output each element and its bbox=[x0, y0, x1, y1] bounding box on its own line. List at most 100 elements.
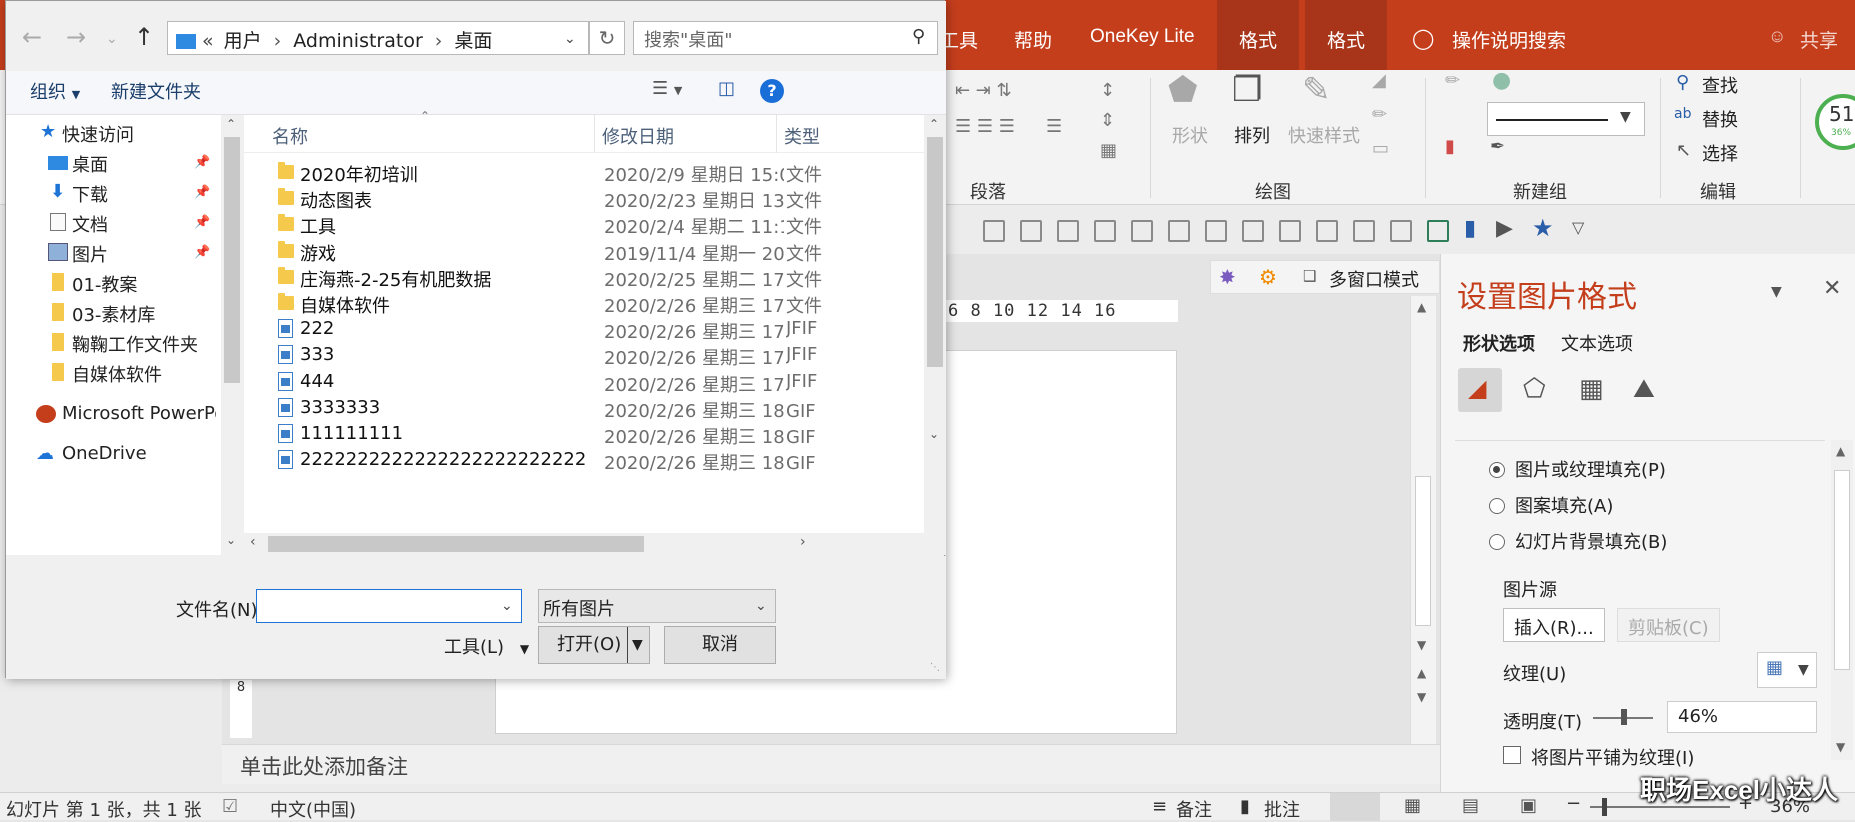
multiwindow-mode-button[interactable]: 多窗口模式 bbox=[1329, 266, 1419, 292]
eraser-icon[interactable]: ▮ bbox=[1445, 136, 1455, 157]
shape-effects-icon[interactable]: ▭ bbox=[1372, 138, 1389, 159]
scroll-thumb[interactable] bbox=[1415, 476, 1431, 626]
nav-folder-media[interactable]: 自媒体软件 bbox=[6, 359, 216, 389]
column-divider[interactable] bbox=[776, 115, 777, 153]
spelling-icon[interactable]: ☑ bbox=[222, 796, 238, 817]
play-icon[interactable]: ▶ bbox=[1496, 216, 1513, 241]
refresh-button[interactable]: ↻ bbox=[589, 21, 625, 55]
nav-pictures[interactable]: 图片 📌 bbox=[6, 239, 216, 269]
magic-icon[interactable]: ✸ bbox=[1219, 265, 1236, 289]
column-divider[interactable] bbox=[594, 115, 595, 153]
column-date[interactable]: 修改日期 bbox=[602, 123, 674, 149]
clipboard-button[interactable]: 剪贴板(C) bbox=[1617, 608, 1720, 642]
nav-folder-03[interactable]: 03-素材库 bbox=[6, 299, 216, 329]
scroll-down-icon[interactable]: ⌄ bbox=[226, 533, 236, 547]
arrange-icon[interactable]: ❐ bbox=[1232, 70, 1262, 110]
open-button[interactable]: 打开(O) ▼ bbox=[538, 626, 650, 664]
find-button[interactable]: 查找 bbox=[1702, 72, 1738, 98]
ungroup-icon[interactable] bbox=[1057, 220, 1079, 242]
recent-chevron-icon[interactable]: ⌄ bbox=[106, 31, 118, 47]
search-input[interactable]: 搜索"桌面" ⚲ bbox=[633, 21, 938, 55]
notes-toggle[interactable]: 备注 bbox=[1176, 796, 1212, 822]
align-top-icon[interactable] bbox=[1205, 220, 1227, 242]
scroll-thumb[interactable] bbox=[268, 536, 644, 552]
view-menu-icon[interactable]: ☰ ▼ bbox=[652, 78, 682, 99]
smartart-icon[interactable]: ▦ bbox=[1100, 140, 1117, 161]
scroll-left-icon[interactable]: ‹ bbox=[250, 534, 256, 550]
resize-grip-icon[interactable]: ⋱ bbox=[930, 662, 940, 673]
arrange-button[interactable]: 排列 bbox=[1234, 122, 1270, 148]
pane-options-chevron-icon[interactable]: ▼ bbox=[1771, 284, 1782, 300]
table-icon[interactable] bbox=[1427, 220, 1449, 242]
scroll-down-icon[interactable]: ▼ bbox=[1417, 638, 1426, 652]
scroll-thumb[interactable] bbox=[1834, 470, 1850, 670]
chart-icon[interactable]: ▮ bbox=[1464, 216, 1476, 241]
columns-icon[interactable]: ☰ bbox=[1046, 116, 1062, 137]
list-indent-icons[interactable]: ⇤ ⇥ ⇅ bbox=[955, 80, 1012, 101]
align-icons[interactable]: ☰ ☰ ☰ bbox=[955, 116, 1015, 137]
pin-icon[interactable]: 📌 bbox=[194, 185, 210, 200]
tools-button[interactable]: 工具(L) ▼ bbox=[444, 633, 529, 659]
replace-button[interactable]: 替换 bbox=[1702, 106, 1738, 132]
breadcrumb-administrator[interactable]: Administrator bbox=[293, 30, 423, 52]
performance-badge[interactable]: 51 36% bbox=[1815, 94, 1855, 150]
slide-sorter-icon[interactable]: ▦ bbox=[1404, 795, 1421, 816]
bring-forward-icon[interactable] bbox=[1094, 220, 1116, 242]
size-properties-icon[interactable]: ▦ bbox=[1569, 368, 1613, 412]
pin-icon[interactable]: 📌 bbox=[194, 215, 210, 230]
zoom-out-icon[interactable]: − bbox=[1566, 793, 1581, 814]
help-icon[interactable]: ? bbox=[760, 79, 784, 103]
nav-onedrive[interactable]: ☁ OneDrive bbox=[6, 441, 216, 471]
tab-text-options[interactable]: 文本选项 bbox=[1561, 330, 1633, 356]
slide-scrollbar[interactable]: ▲ ▼ ▲ ▼ bbox=[1410, 296, 1436, 744]
nav-folder-01[interactable]: 01-教案 bbox=[6, 269, 216, 299]
filetype-select[interactable]: 所有图片 ⌄ bbox=[538, 589, 776, 623]
send-backward-icon[interactable] bbox=[1131, 220, 1153, 242]
organize-button[interactable]: 组织 ▼ bbox=[30, 78, 80, 104]
prev-slide-icon[interactable]: ▲ bbox=[1417, 666, 1426, 680]
share-button[interactable]: 共享 bbox=[1800, 26, 1838, 53]
nav-documents[interactable]: 文档 📌 bbox=[6, 209, 216, 239]
filename-history-chevron-icon[interactable]: ⌄ bbox=[501, 598, 513, 614]
distribute-icon[interactable] bbox=[1168, 220, 1190, 242]
slideshow-icon[interactable]: ▣ bbox=[1520, 795, 1537, 816]
next-slide-icon[interactable]: ▼ bbox=[1417, 690, 1426, 704]
brush-icon[interactable]: ✏ bbox=[1445, 70, 1460, 91]
file-vscrollbar[interactable]: ⌃ ⌄ bbox=[924, 115, 946, 555]
tell-me-search[interactable]: 操作说明搜索 bbox=[1452, 26, 1566, 53]
file-hscrollbar[interactable]: ‹ › bbox=[244, 533, 924, 555]
forward-arrow-icon[interactable]: → bbox=[66, 23, 86, 51]
picture-icon[interactable]: ⛰ bbox=[1623, 368, 1667, 412]
scroll-up-icon[interactable]: ▲ bbox=[1836, 444, 1845, 458]
scroll-down-icon[interactable]: ▼ bbox=[1836, 740, 1845, 754]
pen-icon[interactable]: ✒ bbox=[1490, 136, 1505, 157]
align-bottom-icon[interactable] bbox=[1279, 220, 1301, 242]
shapes-icon[interactable]: ⬟ bbox=[1168, 70, 1198, 110]
tab-format-1[interactable]: 格式 bbox=[1217, 0, 1300, 70]
align-right-icon[interactable] bbox=[1390, 220, 1412, 242]
pin-icon[interactable]: 📌 bbox=[194, 245, 210, 260]
scroll-up-icon[interactable]: ⌃ bbox=[929, 117, 939, 131]
reading-view-icon[interactable]: ▤ bbox=[1462, 795, 1479, 816]
nav-powerpoint[interactable]: Microsoft PowerPoint bbox=[6, 401, 216, 431]
star-icon[interactable]: ★ bbox=[1532, 214, 1554, 242]
overflow-chevron-icon[interactable]: « bbox=[202, 30, 214, 52]
radio-picture-fill[interactable]: 图片或纹理填充(P) bbox=[1489, 456, 1666, 482]
nav-folder-work[interactable]: 鞠鞠工作文件夹 bbox=[6, 329, 216, 359]
address-dropdown-icon[interactable]: ⌄ bbox=[564, 31, 576, 47]
align-icon[interactable] bbox=[983, 220, 1005, 242]
preview-pane-icon[interactable]: ◫ bbox=[718, 78, 735, 99]
breadcrumb-desktop[interactable]: 桌面 bbox=[454, 30, 492, 52]
shape-fill-icon[interactable]: ◢ bbox=[1372, 70, 1386, 91]
text-direction-icon[interactable]: ↕ bbox=[1100, 80, 1115, 101]
column-type[interactable]: 类型 bbox=[784, 123, 820, 149]
shape-outline-icon[interactable]: ✏ bbox=[1372, 104, 1387, 125]
scroll-thumb[interactable] bbox=[927, 137, 943, 367]
pin-icon[interactable]: 📌 bbox=[194, 155, 210, 170]
scroll-up-icon[interactable]: ▲ bbox=[1417, 300, 1426, 314]
slider-handle[interactable] bbox=[1621, 709, 1627, 725]
nav-quick-access[interactable]: ★ 快速访问 bbox=[6, 119, 216, 149]
tile-checkbox[interactable] bbox=[1503, 746, 1521, 764]
customize-chevron-icon[interactable]: ▽ bbox=[1572, 218, 1584, 237]
nav-scrollbar[interactable]: ⌃ ⌄ bbox=[221, 115, 243, 555]
